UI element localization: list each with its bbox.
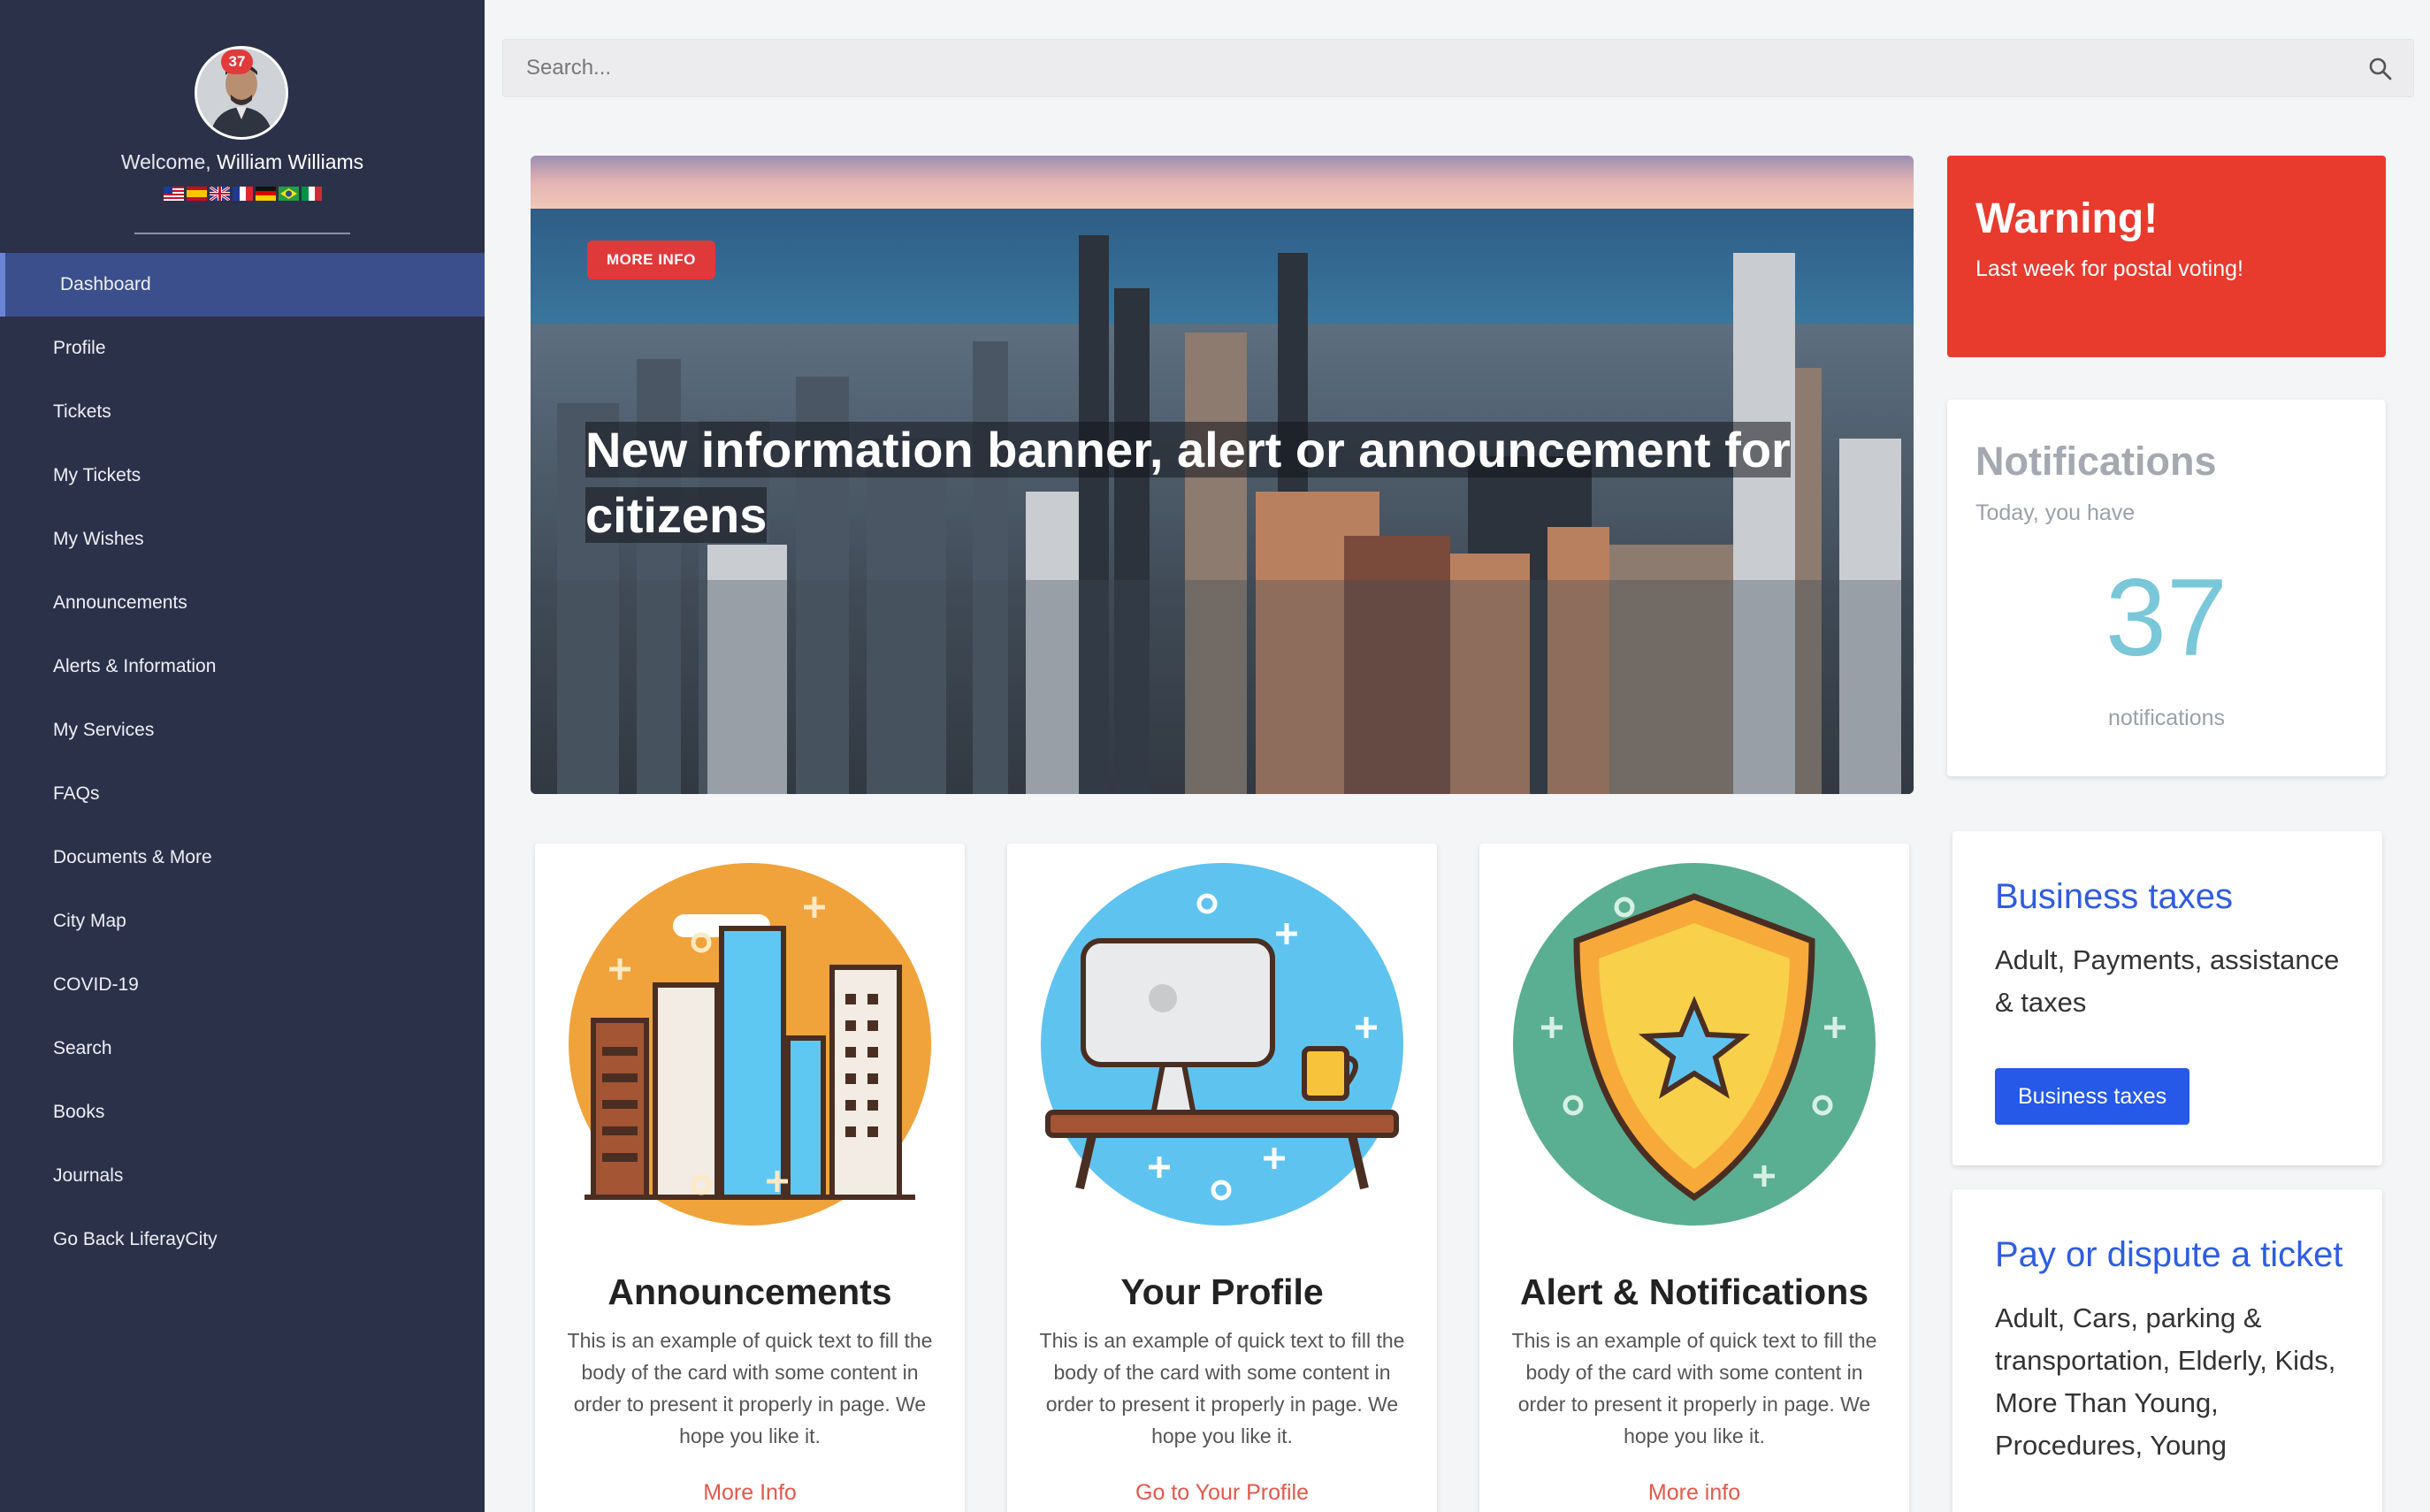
more-info-badge[interactable]: MORE INFO bbox=[587, 241, 715, 279]
notifications-title: Notifications bbox=[1975, 439, 2217, 484]
announcements-title: Announcements bbox=[608, 1271, 892, 1312]
pay-ticket-card: Pay or dispute a ticket Adult, Cars, par… bbox=[1952, 1189, 2382, 1512]
sidebar-item-books[interactable]: Books bbox=[0, 1081, 485, 1144]
alerts-title: Alert & Notifications bbox=[1519, 1271, 1869, 1312]
business-taxes-text: Adult, Payments, assistance & taxes bbox=[1995, 944, 2340, 1018]
welcome-text: Welcome, William Williams bbox=[0, 150, 485, 174]
welcome-prefix: Welcome, bbox=[120, 150, 211, 173]
profile-body: This is an example of quick text to fill… bbox=[1039, 1329, 1405, 1447]
warning-text: Last week for postal voting! bbox=[1975, 256, 2243, 281]
profile-card: Your Profile This is an example of quick… bbox=[1007, 844, 1437, 1512]
sidebar-item-my-tickets[interactable]: My Tickets bbox=[0, 444, 485, 508]
sidebar-item-profile[interactable]: Profile bbox=[0, 317, 485, 380]
hero-banner[interactable]: MORE INFO New information banner, alert … bbox=[531, 156, 1914, 794]
warning-title: Warning! bbox=[1975, 195, 2159, 242]
sidebar-item-tickets[interactable]: Tickets bbox=[0, 380, 485, 444]
sidebar-item-dashboard[interactable]: Dashboard bbox=[0, 253, 485, 317]
hero-title-text: New information banner, alert or announc… bbox=[585, 422, 1791, 543]
city-buildings-icon bbox=[569, 863, 931, 1226]
uk-flag-icon[interactable] bbox=[209, 187, 230, 201]
search-input[interactable] bbox=[503, 40, 2413, 96]
announcements-body: This is an example of quick text to fill… bbox=[567, 1329, 933, 1447]
shield-star-icon bbox=[1513, 863, 1876, 1226]
alerts-more-info-link[interactable]: More info bbox=[1479, 1480, 1909, 1506]
sidebar-item-my-wishes[interactable]: My Wishes bbox=[0, 508, 485, 571]
go-to-profile-link[interactable]: Go to Your Profile bbox=[1007, 1480, 1437, 1506]
sidebar-item-journals[interactable]: Journals bbox=[0, 1144, 485, 1208]
sidebar-nav: Dashboard Profile Tickets My Tickets My … bbox=[0, 253, 485, 1271]
sidebar-item-my-services[interactable]: My Services bbox=[0, 699, 485, 762]
sidebar-item-covid[interactable]: COVID-19 bbox=[0, 953, 485, 1017]
fr-flag-icon[interactable] bbox=[232, 187, 253, 201]
notifications-card: Notifications Today, you have 37 notific… bbox=[1947, 400, 2386, 776]
notification-badge: 37 bbox=[221, 50, 253, 74]
alerts-body: This is an example of quick text to fill… bbox=[1511, 1329, 1877, 1447]
it-flag-icon[interactable] bbox=[301, 187, 322, 201]
app: 37 Welcome, William Williams Dashboard P… bbox=[0, 0, 2430, 1512]
de-flag-icon[interactable] bbox=[255, 187, 276, 201]
sidebar-item-alerts-information[interactable]: Alerts & Information bbox=[0, 635, 485, 699]
sidebar-item-go-back[interactable]: Go Back LiferayCity bbox=[0, 1208, 485, 1271]
sidebar-item-search[interactable]: Search bbox=[0, 1017, 485, 1081]
br-flag-icon[interactable] bbox=[278, 187, 299, 201]
notifications-subtitle: Today, you have bbox=[1975, 500, 2136, 525]
hero-title: New information banner, alert or announc… bbox=[585, 417, 1859, 548]
announcements-card: Announcements This is an example of quic… bbox=[535, 844, 965, 1512]
sidebar-item-faqs[interactable]: FAQs bbox=[0, 762, 485, 826]
announcements-more-info-link[interactable]: More Info bbox=[535, 1480, 965, 1506]
sidebar-divider bbox=[134, 233, 350, 234]
alerts-card: Alert & Notifications This is an example… bbox=[1479, 844, 1909, 1512]
sidebar-item-city-map[interactable]: City Map bbox=[0, 890, 485, 953]
language-selector bbox=[0, 187, 485, 201]
profile-title: Your Profile bbox=[1120, 1271, 1324, 1312]
sidebar-item-announcements[interactable]: Announcements bbox=[0, 571, 485, 635]
business-taxes-button[interactable]: Business taxes bbox=[1995, 1068, 2190, 1125]
notifications-label: notifications bbox=[2107, 706, 2226, 730]
us-flag-icon[interactable] bbox=[163, 187, 184, 201]
user-name: William Williams bbox=[217, 150, 364, 173]
search-bar bbox=[502, 39, 2414, 97]
pay-ticket-title[interactable]: Pay or dispute a ticket bbox=[1995, 1235, 2343, 1275]
notifications-count: 37 bbox=[2105, 557, 2228, 679]
business-taxes-title[interactable]: Business taxes bbox=[1995, 877, 2233, 917]
user-avatar[interactable]: 37 bbox=[195, 46, 288, 140]
es-flag-icon[interactable] bbox=[186, 187, 207, 201]
sidebar-item-documents[interactable]: Documents & More bbox=[0, 826, 485, 890]
sidebar: 37 Welcome, William Williams Dashboard P… bbox=[0, 0, 485, 1512]
pay-ticket-text: Adult, Cars, parking & transportation, E… bbox=[1995, 1302, 2336, 1461]
desktop-computer-icon bbox=[1041, 863, 1403, 1226]
business-taxes-card: Business taxes Adult, Payments, assistan… bbox=[1952, 831, 2382, 1165]
search-icon[interactable] bbox=[2367, 56, 2394, 82]
warning-alert: Warning! Last week for postal voting! bbox=[1947, 156, 2386, 357]
